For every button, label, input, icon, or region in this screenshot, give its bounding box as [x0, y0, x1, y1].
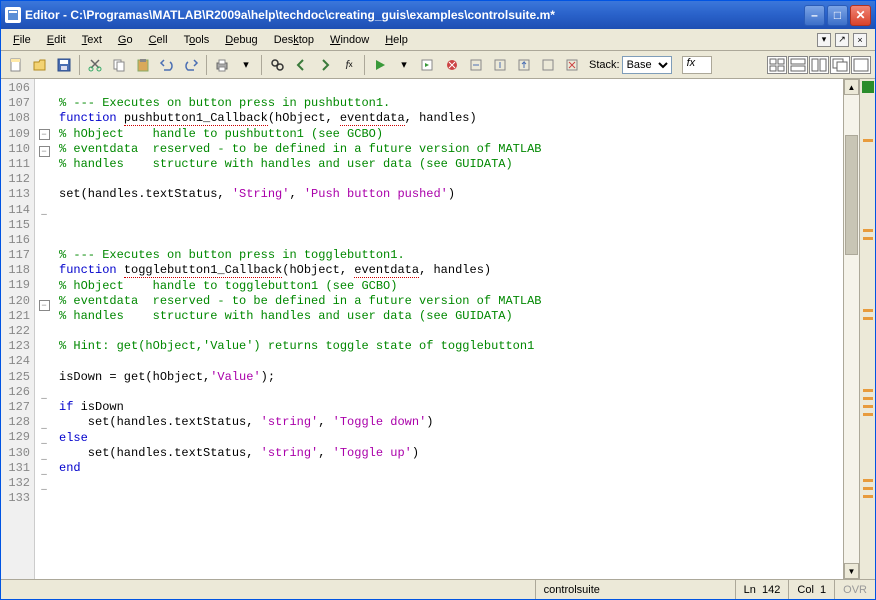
layout-float-icon[interactable] [830, 56, 850, 74]
find-icon[interactable] [266, 54, 288, 76]
save-icon[interactable] [53, 54, 75, 76]
nav-forward-icon[interactable] [314, 54, 336, 76]
warning-mark[interactable] [863, 237, 873, 240]
code-health-indicator [862, 81, 874, 93]
menu-tools[interactable]: Tools [176, 32, 218, 48]
run-dropdown-icon[interactable]: ▾ [393, 54, 415, 76]
warning-mark[interactable] [863, 317, 873, 320]
editor-window: Editor - C:\Programas\MATLAB\R2009a\help… [0, 0, 876, 600]
tab-close-icon[interactable]: × [853, 33, 867, 47]
warning-mark[interactable] [863, 397, 873, 400]
undock-icon[interactable]: ↗ [835, 33, 849, 47]
scroll-thumb[interactable] [845, 135, 858, 255]
warning-mark[interactable] [863, 139, 873, 142]
close-button[interactable]: ✕ [850, 5, 871, 26]
warning-mark[interactable] [863, 413, 873, 416]
menu-file[interactable]: File [5, 32, 39, 48]
status-line: Ln 142 [735, 580, 789, 599]
app-icon [5, 7, 21, 23]
menu-go[interactable]: Go [110, 32, 141, 48]
layout-horiz-icon[interactable] [788, 56, 808, 74]
step-in-icon[interactable] [489, 54, 511, 76]
warning-mark[interactable] [863, 495, 873, 498]
menu-text[interactable]: Text [74, 32, 110, 48]
undo-icon[interactable] [156, 54, 178, 76]
function-icon[interactable]: fx [338, 54, 360, 76]
scroll-up-icon[interactable]: ▲ [844, 79, 859, 95]
print-dropdown-icon[interactable]: ▾ [235, 54, 257, 76]
warning-mark[interactable] [863, 479, 873, 482]
status-ovr: OVR [834, 580, 875, 599]
new-file-icon[interactable] [5, 54, 27, 76]
stack-select[interactable]: Base [622, 56, 672, 74]
statusbar: controlsuite Ln 142 Col 1 OVR [1, 579, 875, 599]
open-file-icon[interactable] [29, 54, 51, 76]
step-icon[interactable] [465, 54, 487, 76]
warning-mark[interactable] [863, 487, 873, 490]
run-advance-icon[interactable] [417, 54, 439, 76]
warning-mark[interactable] [863, 389, 873, 392]
copy-icon[interactable] [108, 54, 130, 76]
titlebar-text: Editor - C:\Programas\MATLAB\R2009a\help… [25, 8, 804, 22]
menu-window[interactable]: Window [322, 32, 377, 48]
editor-area: 1061071081091101111121131141151161171181… [1, 79, 875, 579]
status-col: Col 1 [788, 580, 834, 599]
continue-icon[interactable] [537, 54, 559, 76]
warning-mark[interactable] [863, 229, 873, 232]
menubar: File Edit Text Go Cell Tools Debug Deskt… [1, 29, 875, 51]
layout-grid-icon[interactable] [767, 56, 787, 74]
titlebar[interactable]: Editor - C:\Programas\MATLAB\R2009a\help… [1, 1, 875, 29]
exit-debug-icon[interactable] [561, 54, 583, 76]
print-icon[interactable] [211, 54, 233, 76]
paste-icon[interactable] [132, 54, 154, 76]
scroll-track[interactable] [844, 95, 859, 563]
cut-icon[interactable] [84, 54, 106, 76]
fold-gutter[interactable]: −−–−–––––– [35, 79, 53, 579]
menu-edit[interactable]: Edit [39, 32, 74, 48]
scroll-down-icon[interactable]: ▼ [844, 563, 859, 579]
status-filename: controlsuite [535, 580, 735, 599]
redo-icon[interactable] [180, 54, 202, 76]
menu-desktop[interactable]: Desktop [266, 32, 322, 48]
step-out-icon[interactable] [513, 54, 535, 76]
layout-vert-icon[interactable] [809, 56, 829, 74]
layout-single-icon[interactable] [851, 56, 871, 74]
window-controls: – □ ✕ [804, 5, 871, 26]
nav-back-icon[interactable] [290, 54, 312, 76]
menu-cell[interactable]: Cell [141, 32, 176, 48]
menu-help[interactable]: Help [377, 32, 416, 48]
maximize-button[interactable]: □ [827, 5, 848, 26]
code-health-strip[interactable] [859, 79, 875, 579]
code-area[interactable]: % --- Executes on button press in pushbu… [53, 79, 843, 579]
warning-mark[interactable] [863, 309, 873, 312]
stack-label: Stack: [589, 59, 620, 71]
dock-arrow-icon[interactable]: ▾ [817, 33, 831, 47]
minimize-button[interactable]: – [804, 5, 825, 26]
menu-debug[interactable]: Debug [217, 32, 265, 48]
run-icon[interactable] [369, 54, 391, 76]
breakpoint-clear-icon[interactable] [441, 54, 463, 76]
warning-mark[interactable] [863, 405, 873, 408]
line-number-gutter[interactable]: 1061071081091101111121131141151161171181… [1, 79, 35, 579]
toolbar: ▾ fx ▾ Stack: Base fx [1, 51, 875, 79]
vertical-scrollbar[interactable]: ▲ ▼ [843, 79, 859, 579]
fx-indicator[interactable]: fx [682, 56, 712, 74]
